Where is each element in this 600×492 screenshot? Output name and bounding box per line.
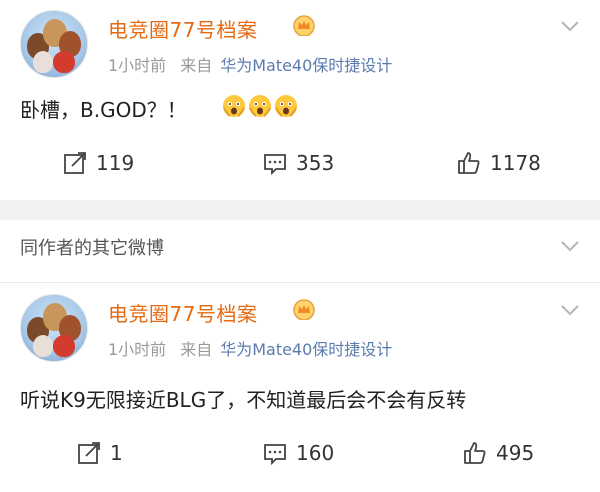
thumbs-up-icon — [458, 152, 480, 174]
source-prefix: 来自 — [180, 56, 213, 75]
repost-button[interactable]: 1 — [76, 440, 123, 466]
post-time: 1小时前 — [108, 56, 167, 75]
comment-button[interactable]: 160 — [262, 440, 334, 466]
repost-icon — [64, 152, 86, 174]
repost-icon — [78, 442, 100, 464]
scared-face-emoji — [249, 95, 271, 117]
comment-icon — [264, 154, 286, 176]
avatar[interactable] — [20, 294, 88, 362]
post-text: 听说K9无限接近BLG了，不知道最后会不会有反转 — [20, 388, 467, 412]
post-meta: 1小时前 来自 华为Mate40保时捷设计 — [108, 52, 392, 76]
scared-face-emoji — [223, 95, 245, 117]
username[interactable]: 电竞圈77号档案 — [108, 14, 257, 43]
comment-button[interactable]: 353 — [262, 150, 334, 176]
chevron-down-icon[interactable] — [560, 304, 580, 316]
chevron-down-icon[interactable] — [560, 240, 580, 252]
action-bar: 1 160 495 — [0, 440, 600, 480]
emoji-row — [222, 94, 298, 118]
comment-count: 160 — [296, 441, 335, 465]
scared-face-emoji — [275, 95, 297, 117]
source-prefix: 来自 — [180, 340, 213, 359]
comment-icon — [264, 444, 286, 466]
action-bar: 119 353 1178 — [0, 150, 600, 190]
repost-button[interactable]: 119 — [62, 150, 134, 176]
section-divider — [0, 200, 600, 220]
like-button[interactable]: 1178 — [456, 150, 541, 176]
crown-badge-icon — [293, 15, 315, 36]
username[interactable]: 电竞圈77号档案 — [108, 298, 257, 327]
post-card: 电竞圈77号档案 1小时前 来自 华为Mate40保时捷设计 卧槽，B.GOD？！ — [0, 0, 600, 200]
post-time: 1小时前 — [108, 340, 167, 359]
crown-badge-icon — [293, 299, 315, 320]
avatar[interactable] — [20, 10, 88, 78]
like-count: 495 — [496, 441, 535, 465]
thumbs-up-icon — [464, 442, 486, 464]
comment-count: 353 — [296, 151, 335, 175]
post-source[interactable]: 华为Mate40保时捷设计 — [220, 56, 392, 75]
repost-count: 119 — [96, 151, 135, 175]
post-text: 卧槽，B.GOD？！ — [20, 98, 187, 122]
repost-count: 1 — [110, 441, 123, 465]
post-source[interactable]: 华为Mate40保时捷设计 — [220, 340, 392, 359]
divider — [0, 282, 600, 283]
post-meta: 1小时前 来自 华为Mate40保时捷设计 — [108, 336, 392, 360]
chevron-down-icon[interactable] — [560, 20, 580, 32]
section-title[interactable]: 同作者的其它微博 — [20, 234, 164, 260]
like-count: 1178 — [490, 151, 541, 175]
like-button[interactable]: 495 — [462, 440, 534, 466]
post-card: 电竞圈77号档案 1小时前 来自 华为Mate40保时捷设计 听说K9无限接近BLG… — [0, 284, 600, 492]
